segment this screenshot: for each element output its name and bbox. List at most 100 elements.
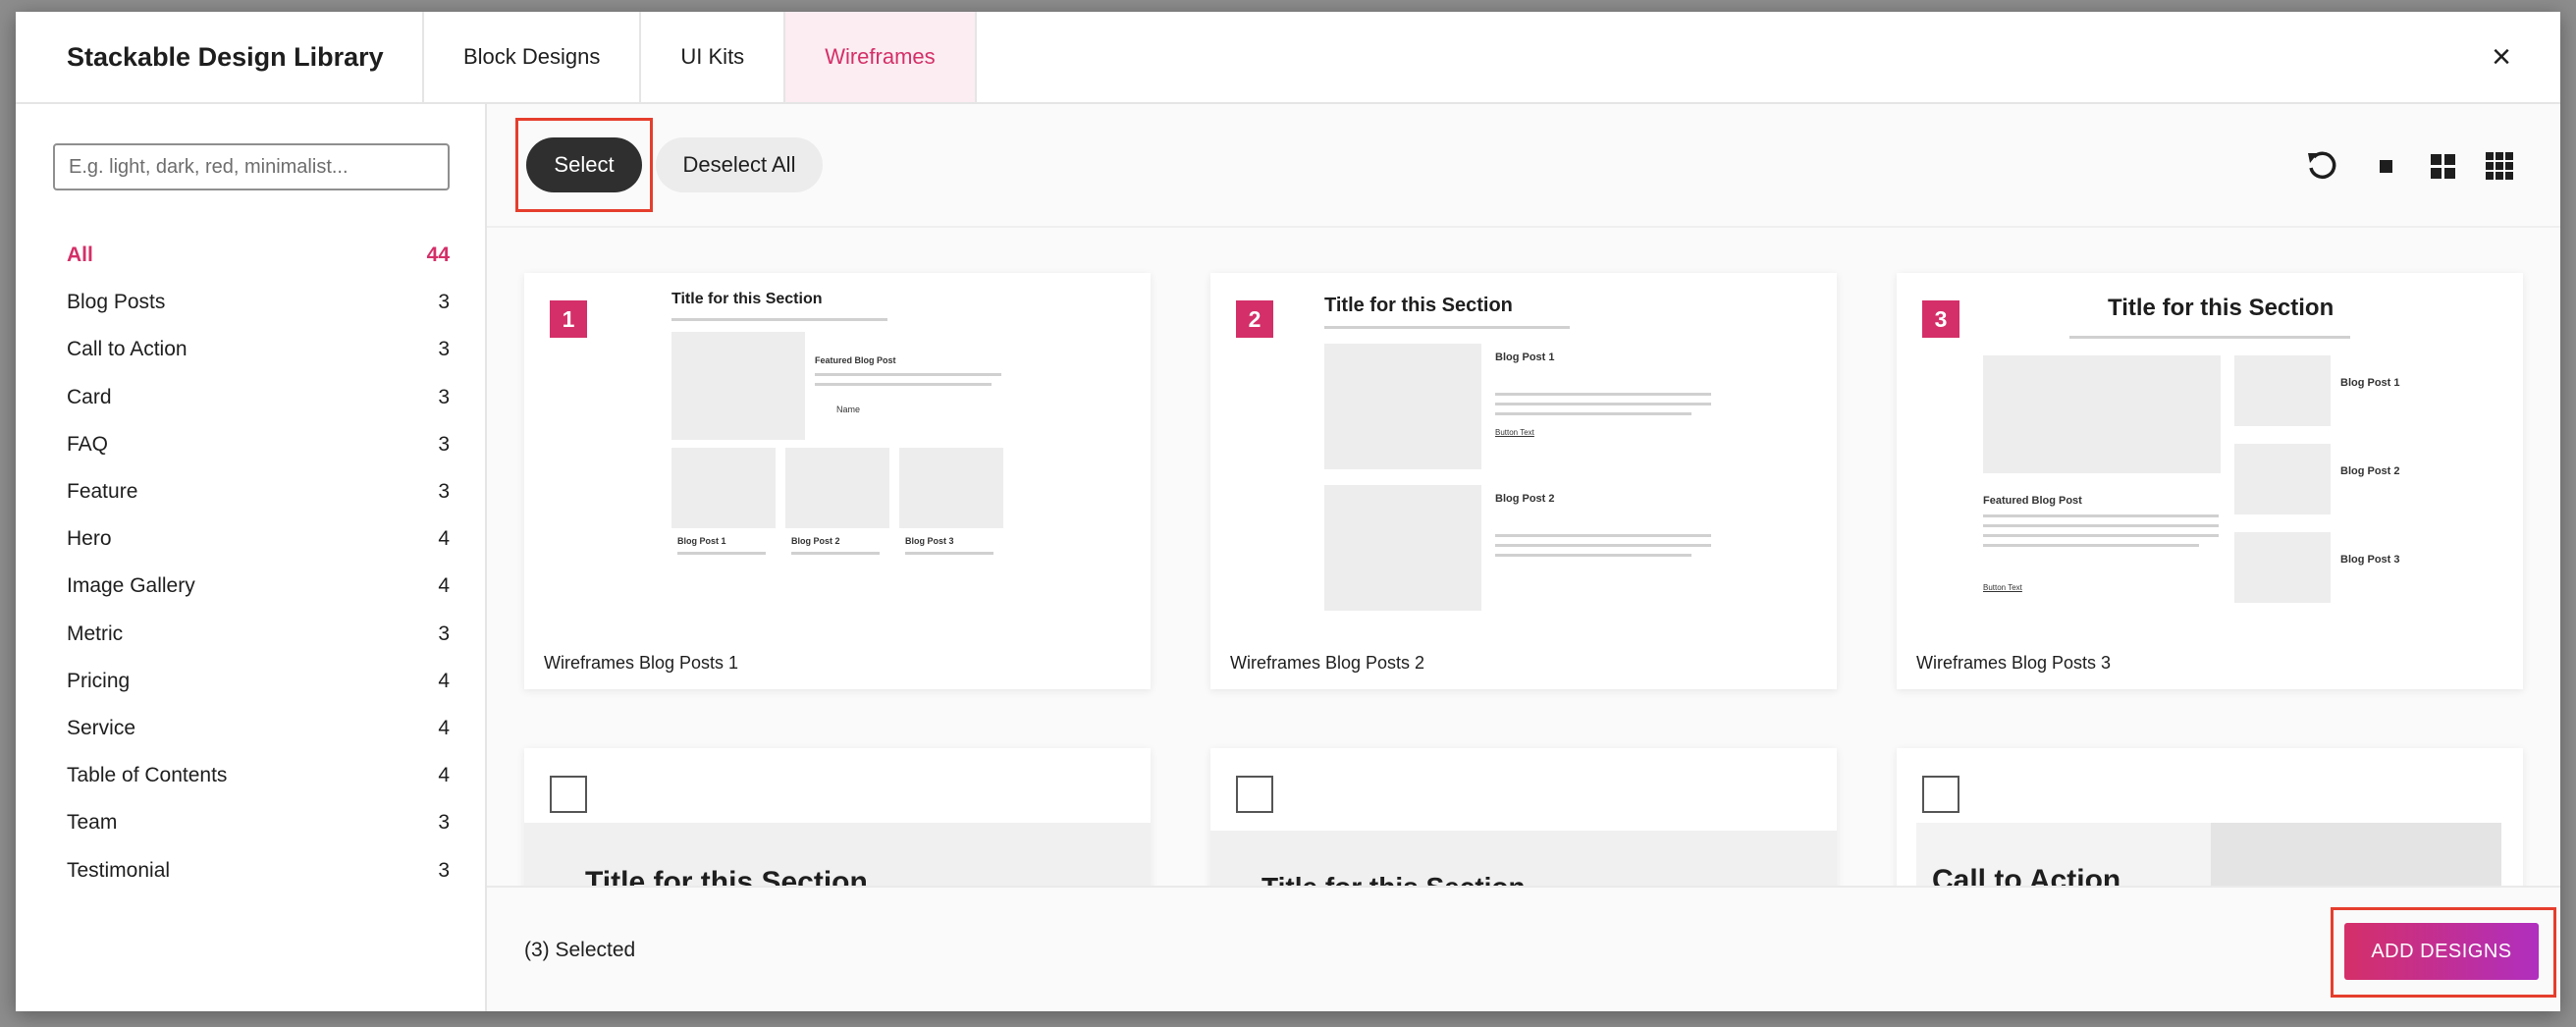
selection-checkbox[interactable] <box>550 776 587 813</box>
category-label: Hero <box>67 527 112 551</box>
category-blog-posts[interactable]: Blog Posts 3 <box>67 279 450 326</box>
category-count: 4 <box>438 716 450 739</box>
image-placeholder <box>1324 485 1481 611</box>
preview-button-text: Button Text <box>1983 583 2022 592</box>
deselect-all-button[interactable]: Deselect All <box>656 137 823 192</box>
footer-bar: (3) Selected ADD DESIGNS <box>487 886 2560 1011</box>
preview-text-line <box>1983 514 2219 517</box>
category-label: All <box>67 243 93 267</box>
preview-featured: Featured Blog Post <box>1983 495 2082 507</box>
category-list: All 44 Blog Posts 3 Call to Action 3 Card 3 … <box>67 232 450 894</box>
category-service[interactable]: Service 4 <box>67 705 450 752</box>
preview-text-line <box>1495 554 1691 557</box>
preview-text-line <box>791 552 880 555</box>
preview-title: Title for this Section <box>2108 295 2334 321</box>
selection-number-badge: 1 <box>550 300 587 338</box>
image-placeholder <box>671 448 776 528</box>
category-label: Pricing <box>67 669 131 692</box>
category-card[interactable]: Card 3 <box>67 374 450 421</box>
category-count: 3 <box>438 432 450 456</box>
toolbar: Select Deselect All <box>487 104 2560 228</box>
category-label: FAQ <box>67 432 109 456</box>
category-metric[interactable]: Metric 3 <box>67 611 450 658</box>
category-image-gallery[interactable]: Image Gallery 4 <box>67 563 450 610</box>
category-label: Blog Posts <box>67 291 166 314</box>
design-card[interactable]: Call to Action <box>1897 748 2523 886</box>
category-table-of-contents[interactable]: Table of Contents 4 <box>67 752 450 799</box>
preview-post-title: Blog Post 3 <box>2340 554 2400 566</box>
three-column-grid-icon[interactable] <box>2483 149 2516 183</box>
preview-name: Name <box>836 405 861 414</box>
category-feature[interactable]: Feature 3 <box>67 468 450 515</box>
preview-post-title: Blog Post 1 <box>1495 351 1555 363</box>
category-hero[interactable]: Hero 4 <box>67 515 450 563</box>
category-call-to-action[interactable]: Call to Action 3 <box>67 326 450 373</box>
preview-title: Title for this Section <box>671 291 823 307</box>
category-count: 3 <box>438 385 450 408</box>
category-count: 3 <box>438 291 450 314</box>
preview-post-title: Blog Post 2 <box>2340 465 2400 477</box>
modal-header: Stackable Design Library Block Designs U… <box>16 12 2560 104</box>
design-card[interactable]: Title for this Section <box>524 748 1151 886</box>
preview-text-line <box>1324 326 1570 329</box>
category-count: 4 <box>438 669 450 692</box>
card-caption: Wireframes Blog Posts 2 <box>1230 653 1425 673</box>
category-count: 4 <box>438 764 450 787</box>
preview-post-title: Blog Post 1 <box>2340 377 2400 389</box>
category-label: Service <box>67 716 136 739</box>
category-team[interactable]: Team 3 <box>67 799 450 846</box>
select-button[interactable]: Select <box>526 137 642 192</box>
selection-number-badge: 3 <box>1922 300 1959 338</box>
selection-checkbox[interactable] <box>1922 776 1959 813</box>
preview-button-text: Button Text <box>1495 428 1534 437</box>
design-card[interactable]: 3 Title for this Section Featured Blog P… <box>1897 273 2523 689</box>
category-count: 4 <box>438 527 450 551</box>
category-pricing[interactable]: Pricing 4 <box>67 658 450 705</box>
category-count: 3 <box>438 811 450 835</box>
category-count: 3 <box>438 858 450 882</box>
category-label: Feature <box>67 480 138 504</box>
two-column-grid-icon[interactable] <box>2426 149 2459 183</box>
preview-text-line <box>2069 336 2350 339</box>
category-all[interactable]: All 44 <box>67 232 450 279</box>
selection-checkbox[interactable] <box>1236 776 1273 813</box>
preview-title: Title for this Section <box>585 866 868 886</box>
design-card[interactable]: Title for this Section <box>1210 748 1837 886</box>
modal-title: Stackable Design Library <box>16 12 424 102</box>
preview-text-line <box>905 552 993 555</box>
image-placeholder <box>899 448 1003 528</box>
image-placeholder <box>2234 444 2331 514</box>
preview-text-line <box>1983 524 2219 527</box>
design-card[interactable]: 2 Title for this Section Blog Post 1 But… <box>1210 273 1837 689</box>
category-testimonial[interactable]: Testimonial 3 <box>67 846 450 893</box>
preview-title: Title for this Section <box>1324 295 1513 316</box>
category-label: Call to Action <box>67 338 188 361</box>
single-column-icon[interactable] <box>2369 149 2402 183</box>
category-count: 3 <box>438 480 450 504</box>
tab-ui-kits[interactable]: UI Kits <box>641 12 786 102</box>
category-faq[interactable]: FAQ 3 <box>67 421 450 468</box>
main-panel: Select Deselect All 1 Title for this Sec… <box>487 104 2560 1011</box>
image-placeholder <box>2211 823 2501 886</box>
preview-text-line <box>815 383 992 386</box>
tab-wireframes[interactable]: Wireframes <box>785 12 977 102</box>
tab-block-designs[interactable]: Block Designs <box>424 12 642 102</box>
design-grid: 1 Title for this Section Featured Blog P… <box>487 228 2560 886</box>
close-icon[interactable]: × <box>2484 39 2519 75</box>
search-input[interactable] <box>53 143 450 190</box>
category-count: 3 <box>438 338 450 361</box>
preview-text-line <box>1495 534 1711 537</box>
image-placeholder <box>2234 355 2331 426</box>
category-label: Image Gallery <box>67 574 195 598</box>
refresh-icon[interactable] <box>2305 149 2338 183</box>
preview-text-line <box>671 318 887 321</box>
category-label: Card <box>67 385 112 408</box>
category-label: Team <box>67 811 118 835</box>
preview-text-line <box>1495 403 1711 405</box>
selected-count: (3) Selected <box>524 939 636 961</box>
add-designs-button[interactable]: ADD DESIGNS <box>2344 923 2539 980</box>
preview-text-line <box>677 552 766 555</box>
category-count: 4 <box>438 574 450 598</box>
preview-post-title: Blog Post 1 <box>677 536 726 546</box>
design-card[interactable]: 1 Title for this Section Featured Blog P… <box>524 273 1151 689</box>
